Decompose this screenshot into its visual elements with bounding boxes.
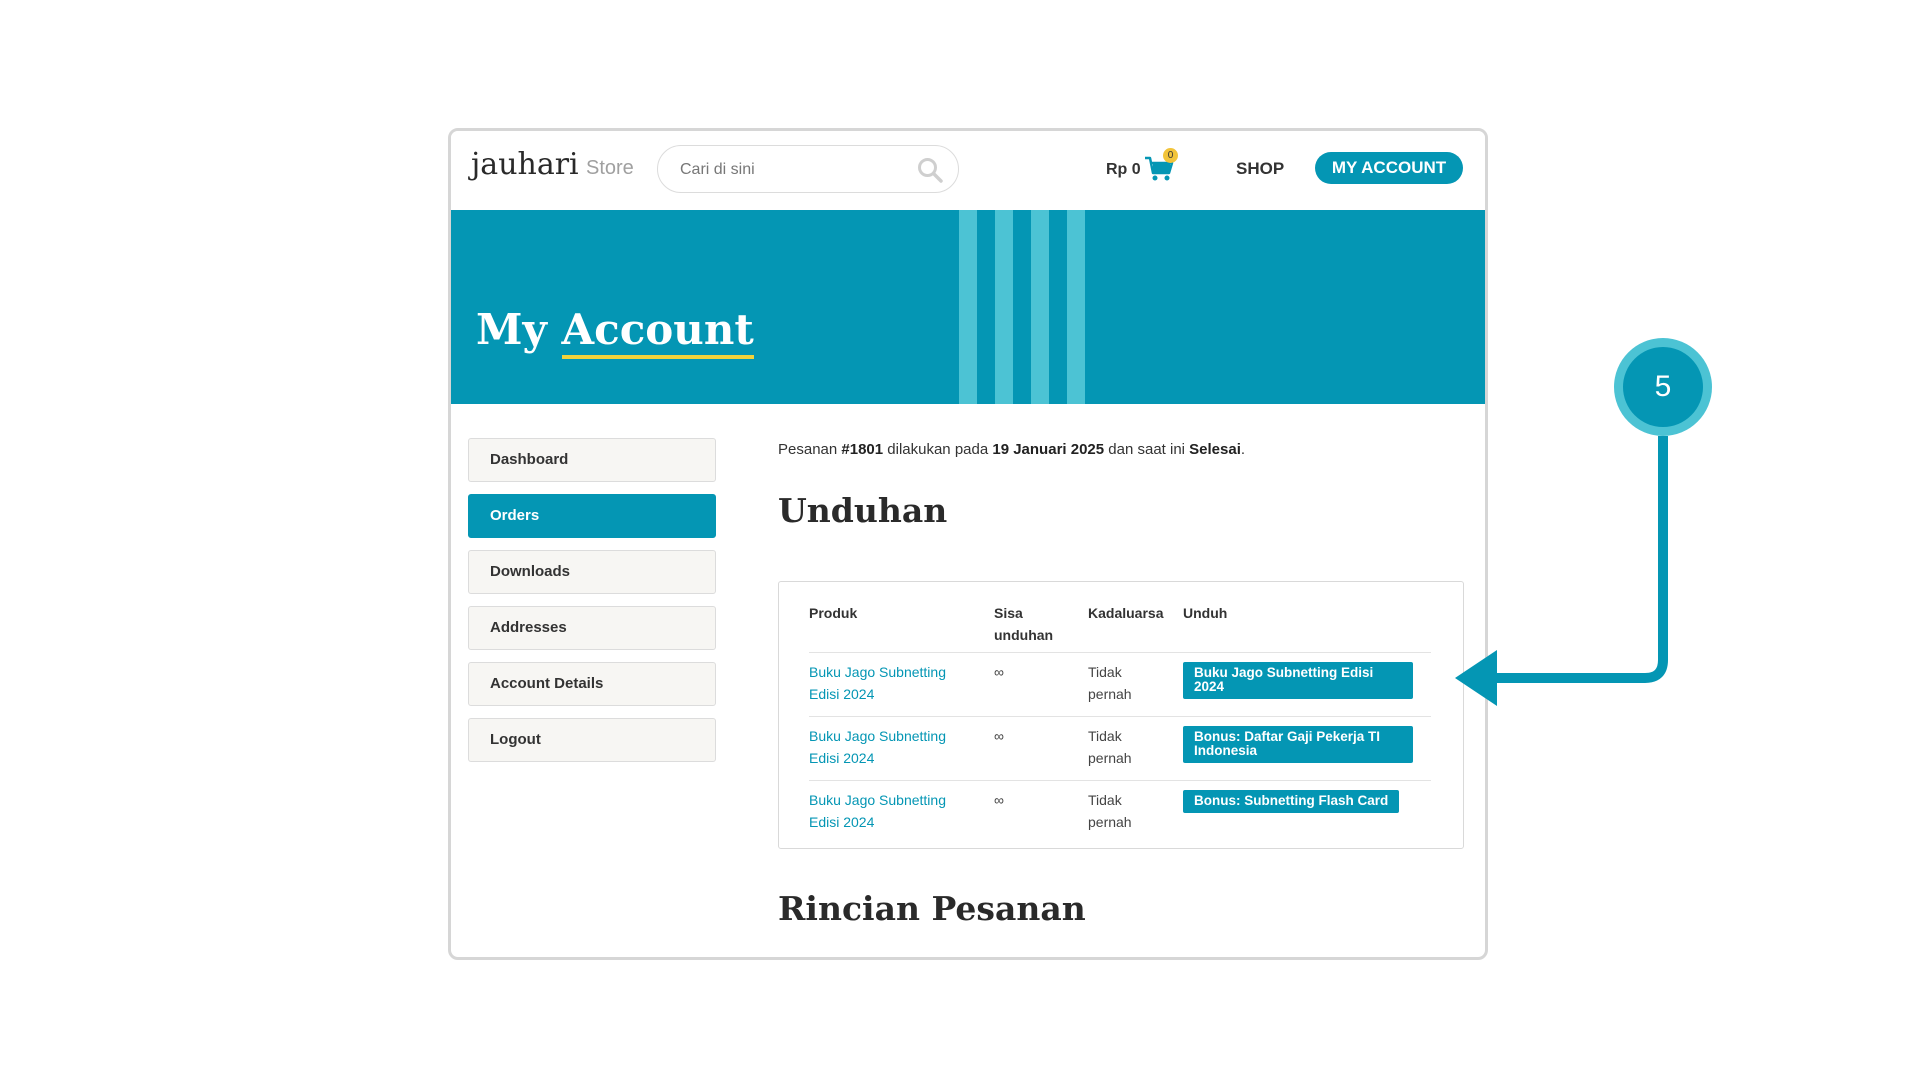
table-row: Buku Jago Subnetting Edisi 2024 ∞ Tidak … <box>809 780 1431 845</box>
table-row: Buku Jago Subnetting Edisi 2024 ∞ Tidak … <box>809 716 1431 781</box>
banner-stripe <box>995 210 1013 404</box>
cart-count-badge: 0 <box>1163 148 1178 163</box>
sidebar-item-dashboard[interactable]: Dashboard <box>468 438 716 482</box>
banner-stripe <box>1067 210 1085 404</box>
step-number: 5 <box>1623 347 1703 427</box>
order-date: 19 Januari 2025 <box>992 441 1105 458</box>
search-icon[interactable] <box>916 156 944 184</box>
product-link[interactable]: Buku Jago Subnetting Edisi 2024 <box>809 725 959 769</box>
search-input[interactable] <box>678 158 912 182</box>
page-title-part2: Account <box>561 305 754 359</box>
download-button[interactable]: Bonus: Subnetting Flash Card <box>1183 790 1399 813</box>
remaining-downloads: ∞ <box>994 728 1004 744</box>
expires-value: Tidak pernah <box>1088 792 1132 830</box>
column-header-product: Produk <box>809 605 858 621</box>
site-logo-sub: Store <box>586 157 634 179</box>
site-header: jauhari Store Rp 0 0 SHOP MY ACCOUNT <box>451 131 1485 210</box>
sidebar-item-downloads[interactable]: Downloads <box>468 550 716 594</box>
order-details-heading: Rincian Pesanan <box>778 889 1086 928</box>
order-text-mid2: dan saat ini <box>1104 441 1190 458</box>
search-box[interactable] <box>657 145 959 193</box>
site-logo[interactable]: jauhari <box>471 147 579 182</box>
browser-frame: jauhari Store Rp 0 0 SHOP MY ACCOUNT <box>448 128 1488 960</box>
product-link[interactable]: Buku Jago Subnetting Edisi 2024 <box>809 789 959 833</box>
banner-stripe <box>1031 210 1049 404</box>
order-prefix: Pesanan <box>778 441 842 458</box>
remaining-downloads: ∞ <box>994 664 1004 680</box>
page-title: My Account <box>476 305 754 359</box>
download-button[interactable]: Bonus: Daftar Gaji Pekerja TI Indonesia <box>1183 726 1413 763</box>
downloads-heading: Unduhan <box>778 491 948 530</box>
order-text-mid1: dilakukan pada <box>883 441 993 458</box>
sidebar-item-orders[interactable]: Orders <box>468 494 716 538</box>
nav-shop-link[interactable]: SHOP <box>1236 159 1284 179</box>
sidebar-item-account-details[interactable]: Account Details <box>468 662 716 706</box>
table-row: Buku Jago Subnetting Edisi 2024 ∞ Tidak … <box>809 652 1431 717</box>
column-header-expires: Kadaluarsa <box>1088 605 1164 621</box>
column-header-remaining: Sisa unduhan <box>994 605 1054 643</box>
step-callout: 5 <box>1614 338 1712 436</box>
order-summary-text: Pesanan #1801 dilakukan pada 19 Januari … <box>778 441 1245 458</box>
expires-value: Tidak pernah <box>1088 664 1132 702</box>
order-number: #1801 <box>841 441 884 458</box>
page-title-part1: My <box>476 305 547 354</box>
download-button[interactable]: Buku Jago Subnetting Edisi 2024 <box>1183 662 1413 699</box>
banner-stripe <box>959 210 977 404</box>
downloads-table: Produk Sisa unduhan Kadaluarsa Unduh Buk… <box>778 581 1464 849</box>
cart-amount: Rp 0 <box>1106 161 1141 178</box>
nav-my-account-button[interactable]: MY ACCOUNT <box>1315 152 1463 184</box>
order-status: Selesai <box>1189 441 1241 458</box>
order-suffix: . <box>1240 441 1246 458</box>
expires-value: Tidak pernah <box>1088 728 1132 766</box>
product-link[interactable]: Buku Jago Subnetting Edisi 2024 <box>809 661 959 705</box>
sidebar-item-addresses[interactable]: Addresses <box>468 606 716 650</box>
column-header-download: Unduh <box>1183 605 1228 621</box>
page-banner: My Account <box>451 210 1485 404</box>
sidebar-item-logout[interactable]: Logout <box>468 718 716 762</box>
remaining-downloads: ∞ <box>994 792 1004 808</box>
